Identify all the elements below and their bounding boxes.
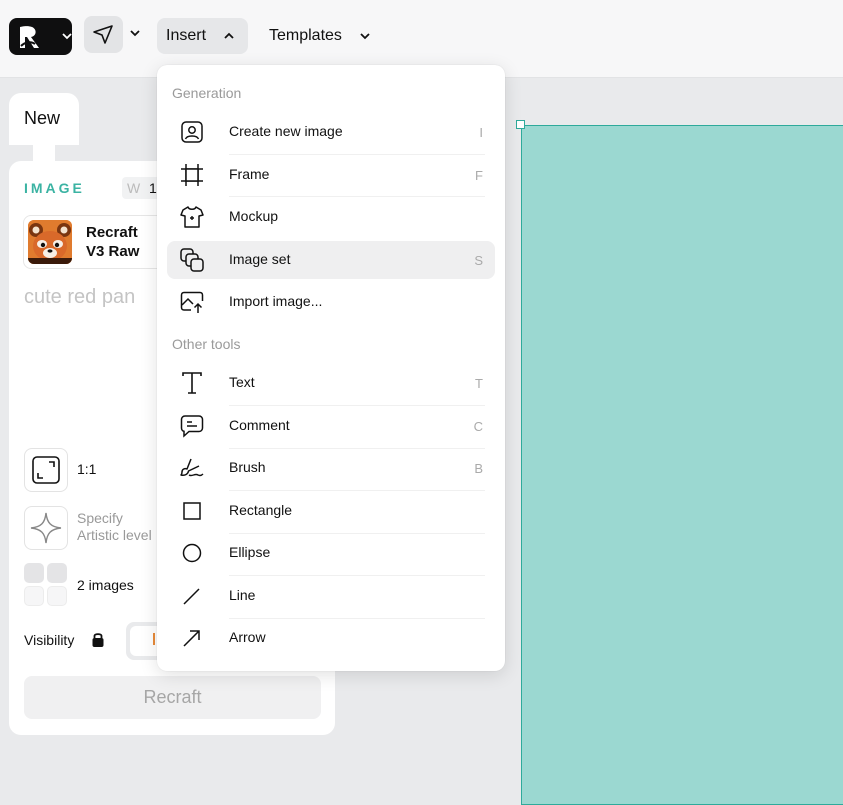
line-icon xyxy=(183,588,200,605)
menu-item-frame[interactable]: Frame F xyxy=(167,156,495,194)
shortcut-key: F xyxy=(475,168,483,183)
shortcut-key: B xyxy=(474,461,483,476)
image-count-button[interactable] xyxy=(24,563,68,607)
count-cell xyxy=(24,563,44,583)
shortcut-key: I xyxy=(479,125,483,140)
menu-item-brush[interactable]: Brush B xyxy=(167,449,495,487)
frame-icon xyxy=(181,164,203,186)
shortcut-key: S xyxy=(474,253,483,268)
width-chip[interactable]: W 1 xyxy=(122,177,162,199)
tshirt-mockup-icon xyxy=(180,206,204,228)
menu-item-mockup[interactable]: Mockup xyxy=(167,198,495,236)
recraft-logo-icon xyxy=(20,26,39,48)
model-name-line1: Recraft xyxy=(86,224,138,241)
generation-section-title: Generation xyxy=(172,85,242,101)
divider xyxy=(229,405,485,406)
menu-item-rectangle[interactable]: Rectangle xyxy=(167,492,495,530)
model-name: Recraft V3 Raw xyxy=(86,223,139,261)
image-set-icon xyxy=(180,248,204,272)
divider xyxy=(229,490,485,491)
toggle-indicator xyxy=(153,633,155,645)
ellipse-icon xyxy=(182,543,202,563)
new-tab-label: New xyxy=(24,108,61,128)
menu-item-label: Comment xyxy=(229,417,290,433)
chevron-down-icon[interactable] xyxy=(129,29,141,39)
chevron-down-icon xyxy=(360,33,370,40)
rectangle-icon xyxy=(183,502,201,520)
menu-item-label: Image set xyxy=(229,251,291,267)
artistic-level-label: Specify Artistic level xyxy=(77,510,152,544)
aspect-ratio-label: 1:1 xyxy=(77,461,97,477)
shortcut-key: C xyxy=(473,419,483,434)
text-icon xyxy=(182,372,202,394)
image-portrait-icon xyxy=(181,121,203,143)
menu-item-label: Arrow xyxy=(229,629,266,645)
import-image-icon xyxy=(180,291,204,313)
divider xyxy=(229,154,485,155)
logo-menu-button[interactable] xyxy=(9,18,72,55)
chevron-down-icon xyxy=(62,33,72,40)
menu-item-label: Create new image xyxy=(229,123,343,139)
divider xyxy=(229,196,485,197)
menu-item-label: Frame xyxy=(229,166,270,182)
artistic-line2: Artistic level xyxy=(77,527,152,543)
menu-item-create-new-image[interactable]: Create new image I xyxy=(167,113,495,151)
menu-item-ellipse[interactable]: Ellipse xyxy=(167,534,495,572)
menu-item-line[interactable]: Line xyxy=(167,577,495,615)
brush-icon xyxy=(180,458,204,477)
select-tool-button[interactable] xyxy=(84,16,123,53)
model-selector[interactable]: Recraft V3 Raw xyxy=(23,215,175,269)
menu-item-import-image[interactable]: Import image... xyxy=(167,283,495,321)
recraft-generate-button[interactable]: Recraft xyxy=(24,676,321,719)
menu-item-label: Rectangle xyxy=(229,502,293,518)
image-count-label: 2 images xyxy=(77,577,134,593)
other-tools-section-title: Other tools xyxy=(172,336,241,352)
menu-item-label: Mockup xyxy=(229,208,279,224)
image-section-label: IMAGE xyxy=(24,180,85,196)
menu-item-label: Brush xyxy=(229,459,266,475)
new-tab[interactable]: New xyxy=(9,93,79,145)
red-panda-thumbnail xyxy=(28,220,72,264)
menu-item-comment[interactable]: Comment C xyxy=(167,407,495,445)
lock-icon xyxy=(92,633,104,647)
insert-label: Insert xyxy=(166,27,207,44)
menu-item-label: Text xyxy=(229,374,255,390)
templates-menu-button[interactable]: Templates xyxy=(260,18,380,54)
aspect-ratio-button[interactable] xyxy=(24,448,68,492)
shortcut-key: T xyxy=(475,376,483,391)
pointer-arrow-icon xyxy=(93,25,113,44)
canvas-frame[interactable] xyxy=(521,125,843,805)
templates-label: Templates xyxy=(269,27,342,44)
prompt-input[interactable]: cute red pan xyxy=(24,286,135,309)
menu-item-text[interactable]: Text T xyxy=(167,364,495,402)
visibility-label: Visibility xyxy=(24,632,75,648)
model-name-line2: V3 Raw xyxy=(86,243,140,260)
count-cell xyxy=(24,586,44,606)
artistic-level-button[interactable] xyxy=(24,506,68,550)
artistic-line1: Specify xyxy=(77,510,123,526)
insert-dropdown-menu: Generation Create new image I Frame F Mo… xyxy=(157,65,505,671)
menu-item-label: Ellipse xyxy=(229,544,271,560)
width-value: 1 xyxy=(149,180,157,196)
tab-connector xyxy=(33,145,55,161)
menu-item-arrow[interactable]: Arrow xyxy=(167,619,495,657)
count-cell xyxy=(47,563,67,583)
chevron-up-icon xyxy=(224,32,234,39)
arrow-icon xyxy=(183,630,200,647)
insert-menu-button[interactable]: Insert xyxy=(157,18,248,54)
count-cell xyxy=(47,586,67,606)
menu-item-label: Line xyxy=(229,587,256,603)
aspect-ratio-icon xyxy=(32,456,60,484)
resize-handle[interactable] xyxy=(516,120,525,129)
sparkle-icon xyxy=(30,512,62,544)
width-label: W xyxy=(127,180,141,196)
comment-icon xyxy=(180,415,204,438)
menu-item-image-set[interactable]: Image set S xyxy=(167,241,495,279)
menu-item-label: Import image... xyxy=(229,293,323,309)
divider xyxy=(229,575,485,576)
